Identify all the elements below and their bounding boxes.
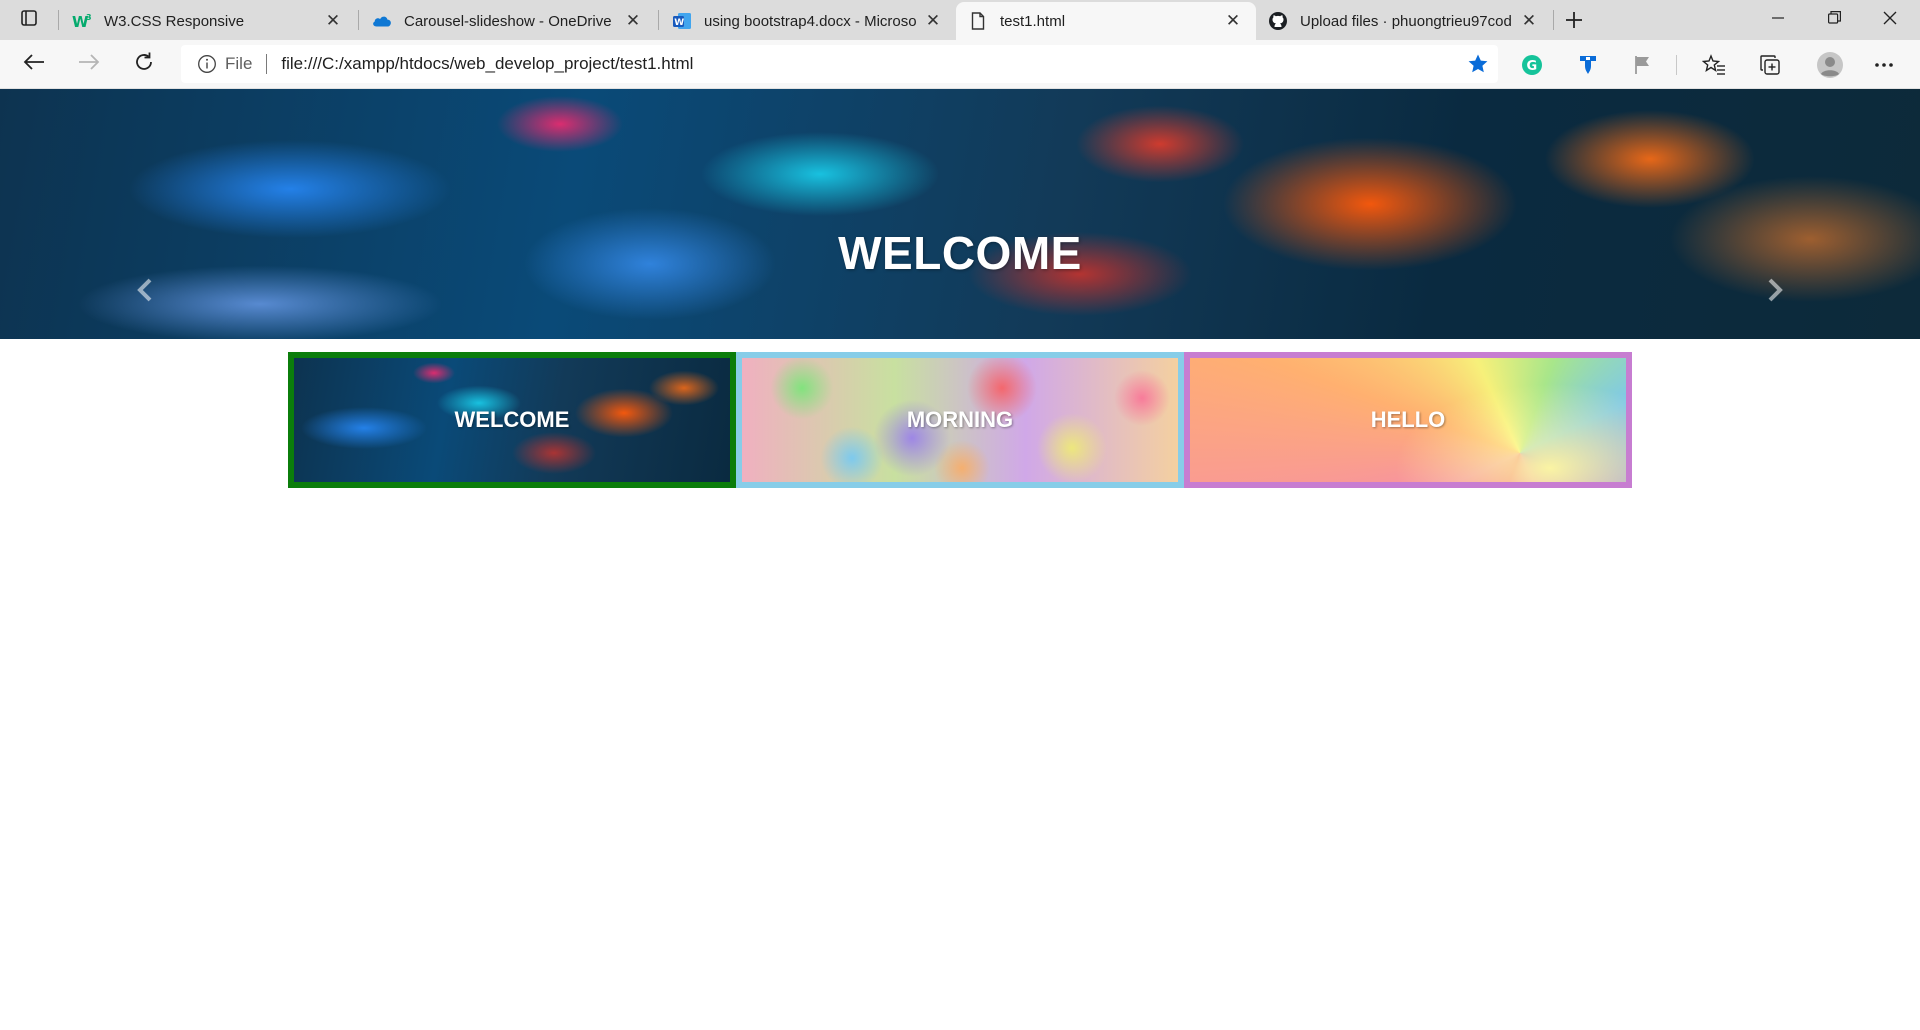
info-icon[interactable] — [195, 52, 219, 76]
tab-w3css[interactable]: W3 W3.CSS Responsive ✕ — [60, 2, 356, 40]
chevron-left-icon — [135, 278, 155, 307]
profile-avatar[interactable] — [1815, 50, 1845, 80]
document-icon — [968, 11, 988, 31]
tab-title: W3.CSS Responsive — [104, 12, 245, 30]
extension-icon[interactable] — [1575, 52, 1601, 78]
tab-separator — [358, 10, 359, 30]
tab-strip: W3 W3.CSS Responsive ✕ Carousel-slidesho… — [0, 0, 1920, 40]
minimize-icon — [1772, 11, 1784, 29]
thumbnail-label: MORNING — [906, 407, 1014, 432]
forward-arrow-icon — [78, 53, 100, 76]
back-arrow-icon — [23, 53, 45, 76]
tab-separator — [58, 10, 59, 30]
refresh-button[interactable] — [128, 48, 160, 80]
close-tab-icon[interactable]: ✕ — [1222, 10, 1244, 32]
chevron-right-icon — [1765, 278, 1785, 307]
tab-title: using bootstrap4.docx - Microso — [704, 12, 917, 30]
svg-text:G: G — [1527, 59, 1538, 74]
thumbnail-label: HELLO — [1370, 407, 1446, 432]
tab-actions-icon — [20, 9, 38, 32]
tab-github-upload[interactable]: Upload files · phuongtrieu97cod ✕ — [1256, 2, 1552, 40]
close-tab-icon[interactable]: ✕ — [322, 10, 344, 32]
scheme-label: File — [225, 54, 253, 73]
restore-button[interactable] — [1806, 0, 1862, 40]
word-icon: W — [672, 11, 692, 31]
plus-icon — [1565, 5, 1583, 36]
carousel-next-button[interactable] — [1757, 274, 1793, 310]
github-icon — [1268, 11, 1288, 31]
collections-icon[interactable] — [1757, 52, 1783, 78]
url-text[interactable]: file:///C:/xampp/htdocs/web_develop_proj… — [281, 54, 693, 74]
thumbnail-welcome[interactable]: WELCOME — [288, 352, 736, 488]
tab-onedrive[interactable]: Carousel-slideshow - OneDrive ✕ — [360, 2, 656, 40]
svg-text:W: W — [674, 18, 684, 28]
more-options-icon[interactable] — [1871, 52, 1897, 78]
toolbar-separator — [1676, 55, 1677, 75]
browser-toolbar: File file:///C:/xampp/htdocs/web_develop… — [0, 40, 1920, 89]
tab-test1-html[interactable]: test1.html ✕ — [956, 2, 1256, 40]
onedrive-icon — [372, 11, 392, 31]
thumbnail-morning[interactable]: MORNING — [736, 352, 1184, 488]
grammarly-extension-icon[interactable]: G — [1519, 52, 1545, 78]
carousel-prev-button[interactable] — [127, 274, 163, 310]
tab-title: Carousel-slideshow - OneDrive — [404, 12, 612, 30]
svg-text:3: 3 — [86, 13, 92, 22]
address-bar[interactable]: File file:///C:/xampp/htdocs/web_develop… — [181, 45, 1498, 83]
tab-actions-button[interactable] — [14, 8, 44, 32]
minimize-button[interactable] — [1750, 0, 1806, 40]
close-tab-icon[interactable]: ✕ — [1518, 10, 1540, 32]
flag-extension-icon[interactable] — [1630, 52, 1656, 78]
close-tab-icon[interactable]: ✕ — [622, 10, 644, 32]
close-tab-icon[interactable]: ✕ — [922, 10, 944, 32]
restore-icon — [1827, 11, 1841, 29]
w3schools-icon: W3 — [72, 11, 92, 31]
close-window-button[interactable] — [1862, 0, 1918, 40]
tab-title: Upload files · phuongtrieu97cod — [1300, 12, 1512, 30]
hero-carousel: WELCOME — [0, 89, 1920, 339]
tab-separator — [1553, 10, 1554, 30]
carousel-thumbnails: WELCOME MORNING HELLO — [288, 352, 1632, 488]
favorites-icon[interactable] — [1701, 52, 1727, 78]
close-icon — [1883, 11, 1897, 30]
tab-separator — [658, 10, 659, 30]
forward-button[interactable] — [73, 48, 105, 80]
thumbnail-hello[interactable]: HELLO — [1184, 352, 1632, 488]
hero-title: WELCOME — [838, 227, 1082, 279]
address-divider — [266, 54, 268, 74]
tab-word-doc[interactable]: W using bootstrap4.docx - Microso ✕ — [660, 2, 956, 40]
new-tab-button[interactable] — [1560, 6, 1588, 34]
back-button[interactable] — [18, 48, 50, 80]
thumbnail-label: WELCOME — [454, 407, 570, 432]
page-content: WELCOME WELCOME MORNING HELLO — [0, 89, 1920, 1030]
favorite-star-icon[interactable] — [1466, 52, 1490, 76]
refresh-icon — [133, 51, 155, 78]
tab-title: test1.html — [1000, 12, 1066, 30]
